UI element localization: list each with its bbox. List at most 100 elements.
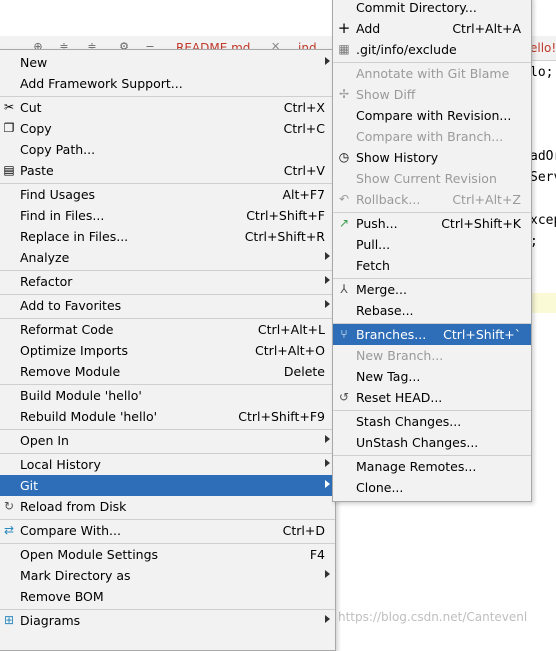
git-item-compare-with-branch[interactable]: Compare with Branch... xyxy=(333,126,531,147)
menu-item-label: UnStash Changes... xyxy=(356,435,479,450)
menu-item-compare-with[interactable]: ⇄ Compare With... Ctrl+D xyxy=(0,520,335,541)
submenu-arrow-icon xyxy=(325,480,330,488)
git-item-rebase[interactable]: Rebase... xyxy=(333,300,531,321)
menu-item-label: Reload from Disk xyxy=(20,499,127,514)
menu-item-label: Remove BOM xyxy=(20,589,104,604)
paste-icon: ▤ xyxy=(3,163,15,177)
menu-item-replace-in-files[interactable]: Replace in Files... Ctrl+Shift+R xyxy=(0,226,335,247)
menu-item-label: Rebase... xyxy=(356,303,414,318)
menu-item-shortcut: Ctrl+Alt+A xyxy=(452,21,521,36)
menu-item-label: Compare With... xyxy=(20,523,121,538)
submenu-arrow-icon xyxy=(325,570,330,578)
submenu-arrow-icon xyxy=(325,300,330,308)
menu-item-shortcut: Delete xyxy=(283,364,325,379)
menu-item-shortcut: Alt+F7 xyxy=(282,187,325,202)
git-item-branches[interactable]: ⑂ Branches... Ctrl+Shift+` xyxy=(333,324,531,345)
menu-item-label: Open In xyxy=(20,433,69,448)
menu-item-label: Replace in Files... xyxy=(20,229,129,244)
menu-item-shortcut: Ctrl+Shift+F xyxy=(246,208,325,223)
menu-item-label: Refactor xyxy=(20,274,73,289)
reload-icon: ↻ xyxy=(3,499,15,513)
git-item-unstash-changes[interactable]: UnStash Changes... xyxy=(333,432,531,453)
menu-item-label: Cut xyxy=(20,100,42,115)
diagram-icon: ⊞ xyxy=(3,613,15,627)
menu-item-label: Paste xyxy=(20,163,54,178)
menu-item-label: Add Framework Support... xyxy=(20,76,183,91)
menu-item-remove-bom[interactable]: Remove BOM xyxy=(0,586,335,607)
menu-item-local-history[interactable]: Local History xyxy=(0,454,335,475)
git-item-show-diff[interactable]: ✢ Show Diff xyxy=(333,84,531,105)
menu-item-copy-path[interactable]: Copy Path... xyxy=(0,139,335,160)
menu-item-label: Find in Files... xyxy=(20,208,105,223)
menu-item-build-module[interactable]: Build Module 'hello' xyxy=(0,385,335,406)
menu-item-copy[interactable]: ❐ Copy Ctrl+C xyxy=(0,118,335,139)
git-item-add[interactable]: + Add Ctrl+Alt+A xyxy=(333,18,531,39)
menu-item-find-in-files[interactable]: Find in Files... Ctrl+Shift+F xyxy=(0,205,335,226)
menu-item-label: Fetch xyxy=(356,258,390,273)
push-icon: ↗ xyxy=(338,216,350,230)
git-item-clone[interactable]: Clone... xyxy=(333,477,531,498)
menu-item-shortcut: Ctrl+Alt+O xyxy=(255,343,325,358)
git-submenu: Commit Directory... + Add Ctrl+Alt+A ▦ .… xyxy=(332,0,532,502)
menu-item-label: Add xyxy=(356,21,381,36)
menu-item-shortcut: Ctrl+Alt+Z xyxy=(452,192,521,207)
code-line: Serv xyxy=(530,170,556,185)
merge-icon: ⅄ xyxy=(340,282,348,296)
menu-item-diagrams[interactable]: ⊞ Diagrams xyxy=(0,610,335,631)
menu-item-shortcut: Ctrl+Shift+F9 xyxy=(238,409,325,424)
diff-icon: ✢ xyxy=(338,87,350,101)
rollback-icon: ↶ xyxy=(338,192,350,206)
menu-item-refactor[interactable]: Refactor xyxy=(0,271,335,292)
git-item-rollback[interactable]: ↶ Rollback... Ctrl+Alt+Z xyxy=(333,189,531,210)
menu-item-label: Reformat Code xyxy=(20,322,114,337)
copy-icon: ❐ xyxy=(3,121,15,135)
menu-item-optimize-imports[interactable]: Optimize Imports Ctrl+Alt+O xyxy=(0,340,335,361)
code-line: adOr xyxy=(530,149,556,164)
scissors-icon: ✂ xyxy=(3,100,15,114)
menu-item-paste[interactable]: ▤ Paste Ctrl+V xyxy=(0,160,335,181)
git-item-pull[interactable]: Pull... xyxy=(333,234,531,255)
menu-item-label: Copy Path... xyxy=(20,142,96,157)
menu-item-label: Annotate with Git Blame xyxy=(356,66,510,81)
menu-item-label: Stash Changes... xyxy=(356,414,462,429)
menu-item-shortcut: Ctrl+X xyxy=(283,100,325,115)
menu-item-mark-directory-as[interactable]: Mark Directory as xyxy=(0,565,335,586)
menu-item-label: New Branch... xyxy=(356,348,444,363)
watermark: https://blog.csdn.net/Cantevenl xyxy=(338,610,528,624)
git-item-manage-remotes[interactable]: Manage Remotes... xyxy=(333,456,531,477)
menu-item-reload-from-disk[interactable]: ↻ Reload from Disk xyxy=(0,496,335,517)
menu-item-new[interactable]: New xyxy=(0,52,335,73)
menu-item-open-in[interactable]: Open In xyxy=(0,430,335,451)
menu-item-label: New Tag... xyxy=(356,369,421,384)
submenu-arrow-icon xyxy=(325,435,330,443)
git-item-reset-head[interactable]: ↺ Reset HEAD... xyxy=(333,387,531,408)
menu-item-git[interactable]: Git xyxy=(0,475,335,496)
git-item-new-tag[interactable]: New Tag... xyxy=(333,366,531,387)
git-item-annotate[interactable]: Annotate with Git Blame xyxy=(333,63,531,84)
menu-item-add-to-favorites[interactable]: Add to Favorites xyxy=(0,295,335,316)
code-line: xcep xyxy=(530,213,556,228)
menu-item-reformat-code[interactable]: Reformat Code Ctrl+Alt+L xyxy=(0,319,335,340)
menu-item-analyze[interactable]: Analyze xyxy=(0,247,335,268)
git-item-commit-directory[interactable]: Commit Directory... xyxy=(333,0,531,18)
menu-item-add-framework-support[interactable]: Add Framework Support... xyxy=(0,73,335,94)
git-item-show-history[interactable]: ◷ Show History xyxy=(333,147,531,168)
editor-tab-hello[interactable]: ello! xyxy=(530,41,556,55)
menu-item-shortcut: Ctrl+Alt+L xyxy=(257,322,325,337)
git-item-fetch[interactable]: Fetch xyxy=(333,255,531,276)
git-item-stash-changes[interactable]: Stash Changes... xyxy=(333,411,531,432)
git-item-compare-with-revision[interactable]: Compare with Revision... xyxy=(333,105,531,126)
menu-item-rebuild-module[interactable]: Rebuild Module 'hello' Ctrl+Shift+F9 xyxy=(0,406,335,427)
menu-item-open-module-settings[interactable]: Open Module Settings F4 xyxy=(0,544,335,565)
menu-item-label: Commit Directory... xyxy=(356,0,477,15)
git-item-merge[interactable]: ⅄ Merge... xyxy=(333,279,531,300)
git-item-push[interactable]: ↗ Push... Ctrl+Shift+K xyxy=(333,213,531,234)
menu-item-remove-module[interactable]: Remove Module Delete xyxy=(0,361,335,382)
git-item-new-branch[interactable]: New Branch... xyxy=(333,345,531,366)
menu-item-label: Add to Favorites xyxy=(20,298,122,313)
git-item-show-current-revision[interactable]: Show Current Revision xyxy=(333,168,531,189)
menu-item-shortcut: Ctrl+D xyxy=(282,523,325,538)
git-item-git-info-exclude[interactable]: ▦ .git/info/exclude xyxy=(333,39,531,60)
menu-item-find-usages[interactable]: Find Usages Alt+F7 xyxy=(0,184,335,205)
menu-item-cut[interactable]: ✂ Cut Ctrl+X xyxy=(0,97,335,118)
